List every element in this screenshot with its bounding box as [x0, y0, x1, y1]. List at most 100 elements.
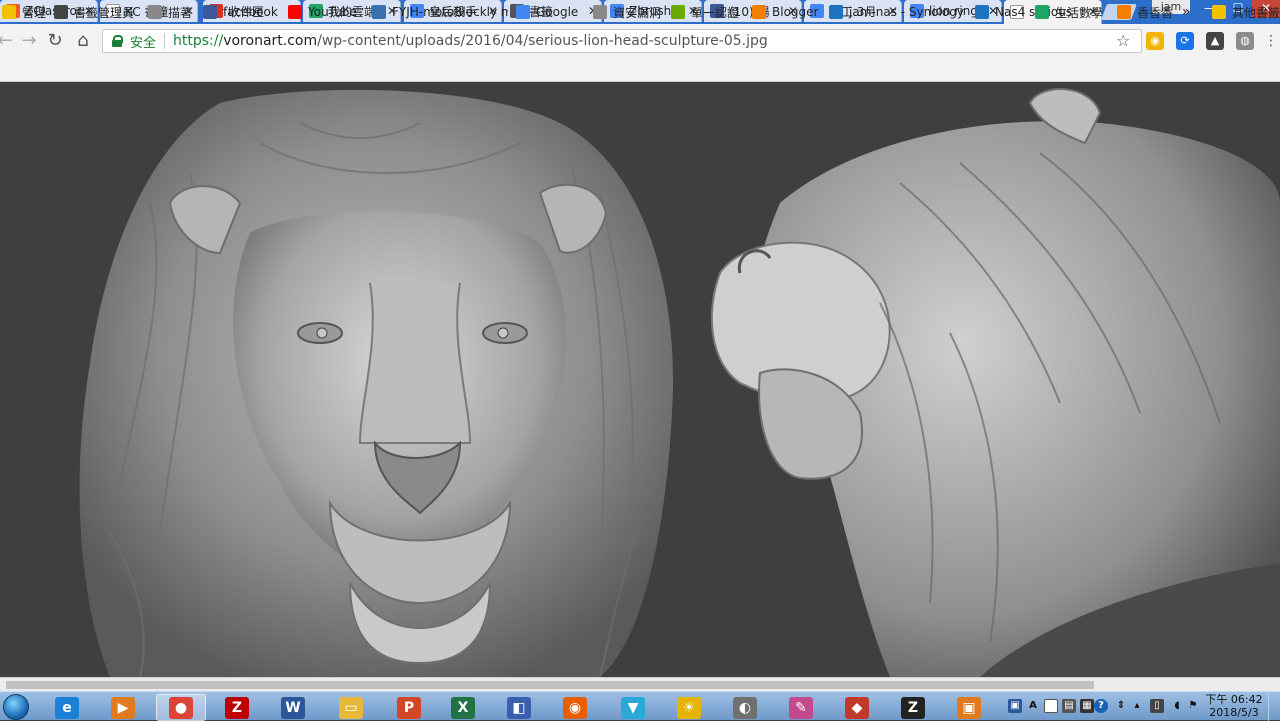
home-icon[interactable]: ⌂ — [72, 30, 94, 52]
bookmark-label: YouTube — [308, 5, 357, 19]
excel-icon: X — [451, 696, 475, 719]
taskbar-app[interactable]: ▶ — [98, 694, 148, 721]
taskbar-app[interactable]: ◧ — [494, 694, 544, 721]
flag-icon[interactable]: ⚑ — [1186, 699, 1200, 713]
bookmark-item[interactable]: Blogger — [752, 4, 822, 20]
taskbar-app[interactable]: X — [438, 694, 488, 721]
extension-2-icon[interactable]: ⟳ — [1176, 32, 1194, 50]
folder-icon: ▭ — [339, 696, 363, 719]
bookmark-item[interactable]: 描著 — [148, 4, 200, 20]
taskbar-app[interactable]: ▣ — [944, 694, 994, 721]
taskbar-app[interactable]: ◉ — [550, 694, 600, 721]
puzzle-icon — [372, 5, 386, 19]
windows-taskbar: e ▶ ● Z W ▭ P X ◧ ◉ ▼ ☀ ◐ ✎ ◆ Z ▣ ▣ A ▤ ▦ ? ⇕ ▴ ▯ ◖ ⚑ 下午… — [0, 691, 1280, 721]
bookmark-label: 資安漏洞 — [613, 5, 662, 20]
reload-icon[interactable]: ↻ — [44, 30, 66, 52]
bookmark-item[interactable]: 資安漏洞 — [593, 4, 667, 20]
url-scheme: https:// — [173, 33, 224, 49]
bookmark-item[interactable]: FYJH-motoBlockly m — [372, 4, 508, 20]
secure-label: 安全 — [130, 35, 157, 51]
menu-icon[interactable]: ⋮ — [1262, 32, 1280, 50]
forward-icon[interactable]: → — [18, 30, 40, 52]
ime-shape-icon[interactable] — [1044, 699, 1058, 713]
ime-icon[interactable]: A — [1026, 699, 1040, 713]
taskbar-app[interactable]: W — [268, 694, 318, 721]
app-icon: ▣ — [957, 696, 981, 719]
taskbar-app[interactable]: ◆ — [832, 694, 882, 721]
horizontal-scrollbar[interactable] — [0, 677, 1280, 691]
ime-settings-icon[interactable]: ▤ — [1062, 699, 1076, 713]
extension-3-icon[interactable]: ▲ — [1206, 32, 1224, 50]
bookmarks-overflow-button[interactable]: » — [1182, 4, 1191, 20]
page-icon — [148, 5, 162, 19]
ie-icon: e — [55, 696, 79, 719]
extension-4-icon[interactable]: ◍ — [1236, 32, 1254, 50]
sun-icon: ☀ — [677, 696, 701, 719]
network-icon: ◧ — [507, 696, 531, 719]
bookmark-item[interactable]: Nas4 — [975, 4, 1029, 20]
taskbar-app[interactable]: e — [42, 694, 92, 721]
filezilla-icon: Z — [225, 696, 249, 719]
image-viewport[interactable] — [0, 83, 1280, 677]
bookmark-item[interactable]: Google — [516, 4, 586, 20]
extension-1-icon[interactable]: ◉ — [1146, 32, 1164, 50]
taskbar-app[interactable]: ● — [156, 694, 206, 721]
taskbar-app[interactable]: ▭ — [326, 694, 376, 721]
lock-icon — [112, 35, 123, 47]
gem-icon: ◆ — [845, 696, 869, 719]
scrollbar-thumb[interactable] — [6, 681, 1094, 689]
bookmark-star-icon[interactable]: ☆ — [1116, 31, 1130, 50]
taskbar-app[interactable]: ✎ — [776, 694, 826, 721]
other-bookmarks-folder[interactable]: 其他書籤 — [1212, 4, 1280, 20]
tray-expand-icon[interactable]: ⇕ — [1114, 699, 1128, 713]
taskbar-app[interactable]: ☀ — [664, 694, 714, 721]
windows-logo-icon — [3, 693, 29, 720]
facebook-icon — [203, 5, 217, 19]
show-desktop-button[interactable] — [1268, 692, 1280, 721]
folder-icon — [2, 5, 16, 19]
bookmark-label: 香香香 — [1137, 5, 1174, 20]
clock-period: 下午 — [1205, 693, 1228, 706]
bookmark-item[interactable]: 生活數學 — [1035, 4, 1109, 20]
bookmark-item[interactable]: facebook — [203, 4, 283, 20]
taskbar-app[interactable]: ▼ — [608, 694, 658, 721]
bookmark-item[interactable]: 管理 — [2, 4, 50, 20]
help-icon[interactable]: ? — [1094, 699, 1108, 713]
tray-app-icon[interactable]: ▣ — [1008, 699, 1022, 713]
folder-icon — [1212, 5, 1226, 19]
dsm-icon — [975, 5, 989, 19]
bookmark-item[interactable]: 單一認證 — [671, 4, 745, 20]
bookmark-label: FYJH-motoBlockly m — [392, 5, 508, 19]
bookmark-label: Google — [536, 5, 579, 19]
bookmark-item[interactable]: 香香香 — [1117, 4, 1177, 20]
bookmark-label: facebook — [223, 5, 278, 19]
bookmark-item[interactable]: YouTube — [288, 4, 368, 20]
side-lion-head — [710, 88, 1280, 677]
volume-icon[interactable]: ◖ — [1170, 699, 1184, 713]
bookmark-label: Blogger — [772, 5, 819, 19]
google-icon — [516, 5, 530, 19]
word-icon: W — [281, 696, 305, 719]
circle-icon — [671, 5, 685, 19]
sphere-icon: ◐ — [733, 696, 757, 719]
url-host: voronart.com — [223, 33, 318, 49]
taskbar-app[interactable]: Z — [212, 694, 262, 721]
taskbar-app[interactable]: ◐ — [720, 694, 770, 721]
youtube-icon — [288, 5, 302, 19]
back-icon[interactable]: ← — [0, 30, 16, 52]
taskbar-app[interactable]: P — [384, 694, 434, 721]
bookmark-label: Nas4 — [995, 5, 1026, 19]
tray-config-icon[interactable]: ▦ — [1080, 699, 1094, 713]
network-tray-icon[interactable]: ▯ — [1150, 699, 1164, 713]
address-bar[interactable]: 安全 https://voronart.com/wp-content/uploa… — [102, 29, 1142, 53]
clock[interactable]: 下午 06:42 2018/5/3 — [1204, 693, 1264, 719]
bookmark-item[interactable]: 書籤管理員 — [54, 4, 144, 20]
taskbar-app[interactable]: Z — [888, 694, 938, 721]
front-lion-head — [79, 89, 674, 677]
bookmark-label: 描著 — [168, 5, 193, 20]
start-button[interactable] — [0, 692, 32, 721]
bookmark-item[interactable]: jam-nas - Synology — [829, 4, 971, 20]
show-hidden-icons[interactable]: ▴ — [1130, 699, 1144, 713]
blogger-icon — [1117, 5, 1131, 19]
lion-sculpture-image — [79, 88, 1280, 677]
